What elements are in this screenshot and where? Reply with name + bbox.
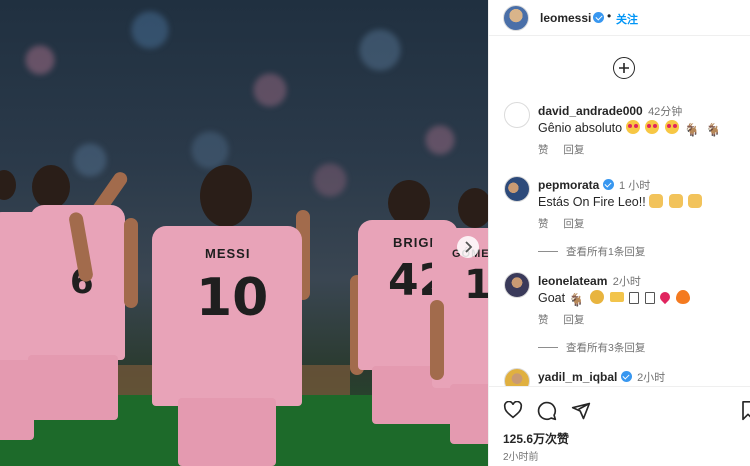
goat-emoji-icon: 🐐 xyxy=(684,123,700,137)
comment-actions: 赞 回复 xyxy=(538,216,596,231)
author-username[interactable]: leomessi xyxy=(540,11,591,25)
follow-button[interactable]: 关注 xyxy=(616,11,638,27)
comment-time: 1 小时 xyxy=(619,180,651,192)
goat-emoji-icon: 🐐 xyxy=(705,123,722,137)
heart-icon[interactable] xyxy=(503,401,523,419)
comment-actions: 赞 回复 xyxy=(538,312,596,327)
verified-badge-icon xyxy=(602,179,614,190)
raising-hands-emoji-icon xyxy=(668,194,683,208)
bookmark-icon[interactable] xyxy=(741,401,750,421)
comment-username[interactable]: david_andrade000 xyxy=(538,104,643,118)
post-photo[interactable]: 6 MESSI 10 BRIGHT 42 GÓMEZ 1 xyxy=(0,0,488,466)
heart-eyes-emoji-icon xyxy=(625,120,640,134)
reply-comment-button[interactable]: 回复 xyxy=(563,314,584,326)
fire-emoji-icon xyxy=(675,290,690,304)
heart-emoji-icon xyxy=(657,289,673,305)
comment-time: 42分钟 xyxy=(648,106,683,118)
replies-divider xyxy=(538,251,558,252)
share-icon[interactable] xyxy=(571,401,591,421)
comment-avatar[interactable] xyxy=(504,272,530,298)
comment-text: Estás On Fire Leo!! xyxy=(538,194,704,209)
like-comment-button[interactable]: 赞 xyxy=(538,218,549,230)
replies-divider xyxy=(538,347,558,348)
crown-emoji-icon xyxy=(609,292,624,302)
comment-time: 2小时 xyxy=(637,372,666,384)
comment-text: Goat 🐐 xyxy=(538,289,692,307)
heart-eyes-emoji-icon xyxy=(645,120,660,134)
load-more-comments-button[interactable] xyxy=(613,57,635,79)
author-avatar[interactable] xyxy=(503,5,529,31)
comment-username[interactable]: leonelateam xyxy=(538,274,607,288)
comment-actions: 赞 回复 xyxy=(538,142,596,157)
view-replies-button[interactable]: 查看所有3条回复 xyxy=(538,340,645,355)
plus-circle-icon xyxy=(619,63,629,73)
lion-emoji-icon xyxy=(590,290,605,304)
like-comment-button[interactable]: 赞 xyxy=(538,314,549,326)
post-timestamp[interactable]: 2小时前 xyxy=(503,448,539,463)
raising-hands-emoji-icon xyxy=(688,194,703,208)
comment-avatar[interactable] xyxy=(504,176,530,202)
like-comment-button[interactable]: 赞 xyxy=(538,144,549,156)
verified-badge-icon xyxy=(620,371,632,382)
reply-comment-button[interactable]: 回复 xyxy=(563,218,584,230)
view-replies-button[interactable]: 查看所有1条回复 xyxy=(538,244,645,259)
post-sidebar: leomessi • 关注 david_andrade000 42分钟 Gêni… xyxy=(488,0,750,466)
post-footer: 125.6万次赞 2小时前 xyxy=(489,386,750,466)
comment-time: 2小时 xyxy=(612,276,641,288)
post-header: leomessi • 关注 xyxy=(489,0,750,36)
comment-username[interactable]: pepmorata xyxy=(538,178,599,192)
like-count[interactable]: 125.6万次赞 xyxy=(503,430,569,447)
comment-icon[interactable] xyxy=(537,401,557,421)
raising-hands-emoji-icon xyxy=(649,194,664,208)
reply-comment-button[interactable]: 回复 xyxy=(563,144,584,156)
heart-eyes-emoji-icon xyxy=(664,120,679,134)
unknown-emoji-icon xyxy=(644,292,655,304)
comment-text: Gênio absoluto 🐐 🐐 xyxy=(538,120,722,137)
chevron-right-icon xyxy=(465,241,473,253)
goat-emoji-icon: 🐐 xyxy=(568,293,585,307)
unknown-emoji-icon xyxy=(629,292,640,304)
next-photo-button[interactable] xyxy=(457,236,479,258)
comment-username[interactable]: yadil_m_iqbal xyxy=(538,370,617,384)
header-separator: • xyxy=(607,9,612,23)
comment-avatar[interactable] xyxy=(504,102,530,128)
verified-badge-icon xyxy=(593,12,604,23)
